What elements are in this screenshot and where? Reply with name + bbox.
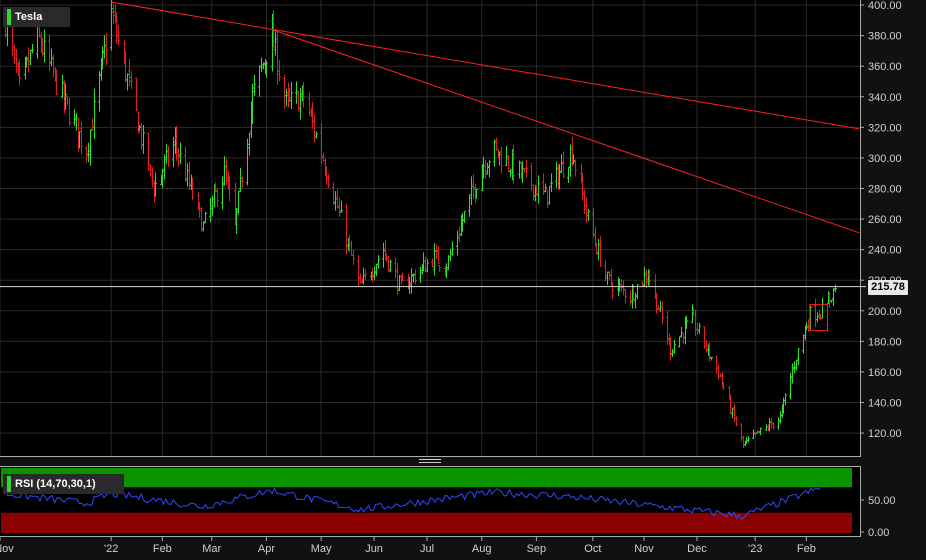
time-tick-label: Feb (153, 543, 172, 555)
rsi-axis-labels: 0.00 50.00 (860, 495, 896, 539)
chart-title[interactable]: Tesla (3, 7, 70, 27)
time-tick-label: Apr (258, 543, 275, 555)
time-tick-label: Mar (202, 543, 221, 555)
price-tick-label: 140.00 (868, 397, 902, 409)
time-tick-label: '22 (104, 543, 118, 555)
time-tick-label: Oct (584, 543, 601, 555)
price-tick-label: 180.00 (868, 336, 902, 348)
time-axis-labels: Nov '22 Feb Mar Apr May Jun Jul Aug Sep Oct Nov Dec '… (0, 537, 816, 555)
price-tick-label: 360.00 (868, 61, 902, 73)
time-tick-label: Aug (472, 543, 492, 555)
rsi-title[interactable]: RSI (14,70,30,1) (3, 474, 124, 494)
price-tick-label: 120.00 (868, 428, 902, 440)
time-tick-label: Nov (634, 543, 654, 555)
time-tick-label: Dec (687, 543, 707, 555)
price-tick-label: 160.00 (868, 367, 902, 379)
stock-chart: 120.00140.00160.00180.00200.00220.00240.… (0, 0, 902, 555)
price-tick-label: 400.00 (868, 0, 902, 12)
rsi-title-text: RSI (14,70,30,1) (15, 478, 96, 490)
chart-title-text: Tesla (15, 11, 43, 23)
title-color-swatch (7, 9, 11, 25)
time-tick-label: Feb (797, 543, 816, 555)
time-tick-label: Jul (420, 543, 434, 555)
rsi-tick-label: 50.00 (868, 495, 896, 507)
price-tick-label: 300.00 (868, 153, 902, 165)
price-tick-label: 200.00 (868, 306, 902, 318)
time-tick-label: May (311, 543, 332, 555)
time-tick-label: '23 (748, 543, 762, 555)
rsi-tick-label: 0.00 (868, 527, 889, 539)
time-tick-label: Sep (527, 543, 547, 555)
last-price-label: 215.78 (868, 279, 908, 295)
pane-resize-handle[interactable] (419, 459, 441, 466)
price-tick-label: 260.00 (868, 214, 902, 226)
time-tick-label: Nov (0, 543, 14, 555)
price-tick-label: 340.00 (868, 92, 902, 104)
price-tick-label: 380.00 (868, 31, 902, 43)
price-tick-label: 320.00 (868, 122, 902, 134)
price-tick-label: 240.00 (868, 245, 902, 257)
price-axis-labels: 120.00140.00160.00180.00200.00220.00240.… (860, 0, 902, 440)
time-tick-label: Jun (365, 543, 383, 555)
rsi-overbought-zone (1, 468, 852, 488)
rsi-color-swatch (7, 476, 11, 492)
price-tick-label: 280.00 (868, 183, 902, 195)
